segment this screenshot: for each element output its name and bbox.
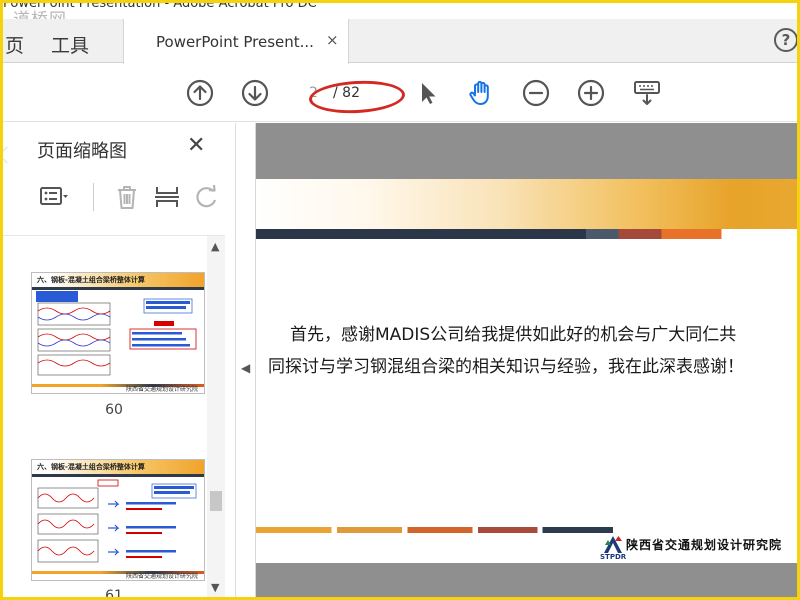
slide-header-stripe [256,229,797,239]
zoom-out-icon[interactable] [520,77,552,109]
zoom-in-icon[interactable] [575,77,607,109]
org-footer: STPDR 陕西省交通规划设计研究院 [600,533,792,561]
up-circle-icon[interactable] [184,77,216,109]
org-name: 陕西省交通规划设计研究院 [626,538,783,552]
thumbnail-scrollbar[interactable]: ▲ ▼ [207,236,225,597]
org-logo-icon [604,536,622,553]
sidebar-toolbar [33,179,223,215]
watermark: 道桥网 [13,5,67,19]
document-view[interactable]: 首先，感谢MADIS公司给我提供如此好的机会与广大同仁共 同探讨与学习钢混组合梁… [256,123,797,597]
thumbnail-label-60: 60 [105,402,123,418]
hand-icon[interactable] [465,77,497,109]
thumbnail-page-61[interactable]: 六、钢板-混凝土组合梁桥整体计算 陕西省交通规划设计研究院 [31,459,205,581]
close-tab-icon[interactable]: × [326,31,339,49]
sidebar-pointer [3,146,16,164]
toolbar-separator [93,183,94,211]
scroll-thumb[interactable] [210,491,222,511]
menu-home[interactable]: 页 [5,31,24,58]
app-window: PowerPoint Presentation - Adobe Acrobat … [3,3,797,597]
scroll-up-icon[interactable]: ▲ [211,240,219,253]
slide-header-band [256,179,797,229]
org-abbreviation: STPDR [600,553,627,561]
thumbnail-options-icon[interactable] [37,181,69,213]
thumbnail-org-name: 陕西省交通规划设计研究院 [125,386,198,393]
thumbnail-title: 六、钢板-混凝土组合梁桥整体计算 [37,463,145,471]
sidebar-title: 页面缩略图 [37,141,127,162]
collapse-arrow-icon[interactable]: ◀ [241,361,250,375]
trash-icon[interactable] [111,181,143,213]
help-icon[interactable]: ? [774,28,797,52]
sidebar-collapse-strip[interactable]: ◀ [236,123,256,597]
toolbar: 2 / 82 [3,64,797,122]
document-tab[interactable]: PowerPoint Present... × [123,19,349,64]
slide-body-text: 首先，感谢MADIS公司给我提供如此好的机会与广大同仁共 同探讨与学习钢混组合梁… [268,319,788,383]
sidebar-close-icon[interactable]: ✕ [187,133,205,158]
thumbnail-list: 六、钢板-混凝土组合梁桥整体计算 陕西省交通规划设计研究院 60 六、钢板-混凝… [3,235,225,597]
tab-bar: 页 工具 PowerPoint Present... × ? [3,19,797,64]
body-line-2: 同探讨与学习钢混组合梁的相关知识与经验，我在此深表感谢！ [268,357,744,377]
rotate-icon[interactable] [191,181,223,213]
menu-tools[interactable]: 工具 [51,31,89,58]
thumbnail-graphics [37,479,197,563]
document-page: 首先，感谢MADIS公司给我提供如此好的机会与广大同仁共 同探讨与学习钢混组合梁… [256,179,797,563]
thumbnail-label-61: 61 [105,588,123,597]
keyboard-down-icon[interactable] [631,77,663,109]
scroll-down-icon[interactable]: ▼ [211,581,219,594]
thumbnail-page-60[interactable]: 六、钢板-混凝土组合梁桥整体计算 陕西省交通规划设计研究院 [31,272,205,394]
thumbnail-sidebar: 页面缩略图 ✕ 六、钢板-混凝土组合梁桥整体计算 陕西省交通规划设计研究院 60… [3,123,236,597]
thumbnail-org-name: 陕西省交通规划设计研究院 [125,573,198,580]
thumbnail-title: 六、钢板-混凝土组合梁桥整体计算 [37,276,145,284]
down-circle-icon[interactable] [239,77,271,109]
title-strip: PowerPoint Presentation - Adobe Acrobat … [3,3,797,19]
body-line-1: 首先，感谢MADIS公司给我提供如此好的机会与广大同仁共 [290,325,737,345]
document-tab-label: PowerPoint Present... [156,33,314,51]
thumbnail-graphics [36,291,197,376]
extract-pages-icon[interactable] [151,181,183,213]
pointer-icon[interactable] [411,77,443,109]
